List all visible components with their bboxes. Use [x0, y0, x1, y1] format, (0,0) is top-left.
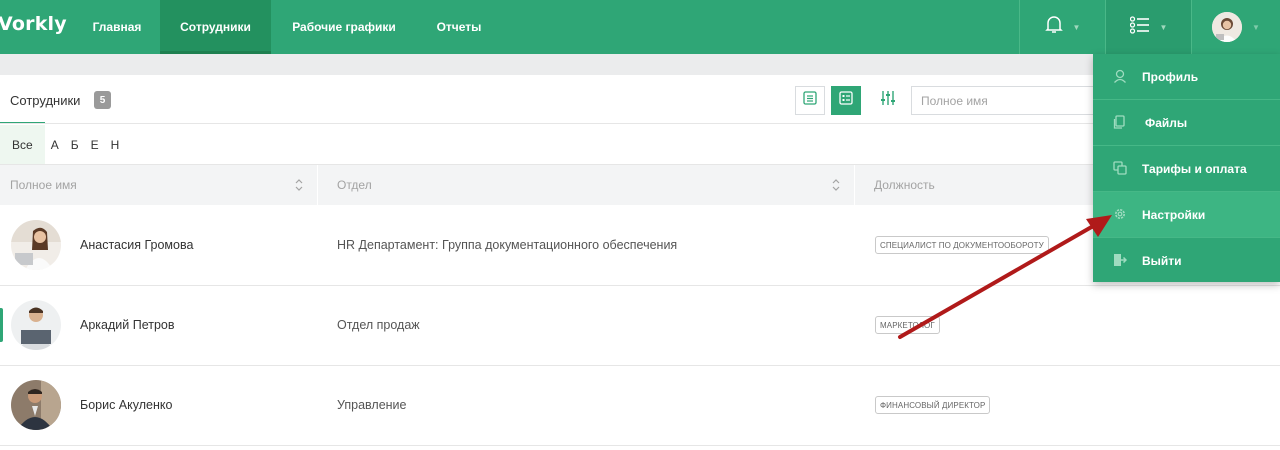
- column-header-position[interactable]: Должность: [874, 165, 935, 205]
- count-badge: 5: [94, 91, 111, 109]
- table-header: Полное имя Отдел Должность: [0, 165, 1280, 205]
- detail-view-icon: [839, 91, 853, 110]
- menu-button[interactable]: ▼: [1106, 0, 1191, 54]
- employee-name[interactable]: Аркадий Петров: [80, 318, 175, 332]
- column-header-name[interactable]: Полное имя: [10, 165, 77, 205]
- nav-reports-label: Отчеты: [436, 20, 482, 34]
- menu-item-billing[interactable]: Тарифы и оплата: [1093, 146, 1280, 191]
- nav-schedules-label: Рабочие графики: [292, 20, 396, 34]
- menu-item-label: Профиль: [1142, 69, 1199, 84]
- menu-item-files[interactable]: Файлы: [1093, 100, 1280, 145]
- position-tag: ФИНАНСОВЫЙ ДИРЕКТОР: [875, 396, 991, 414]
- letter-filter-item[interactable]: Н: [105, 125, 126, 164]
- row-selection-marker: [0, 308, 3, 342]
- nav-reports[interactable]: Отчеты: [422, 0, 496, 54]
- nav-schedules[interactable]: Рабочие графики: [278, 0, 410, 54]
- nav-home[interactable]: Главная: [75, 0, 159, 54]
- list-menu-icon: [1129, 15, 1150, 39]
- nav-home-label: Главная: [92, 20, 142, 34]
- avatar: [11, 300, 61, 350]
- detail-view-button[interactable]: [831, 86, 861, 115]
- menu-item-profile[interactable]: Профиль: [1093, 54, 1280, 99]
- avatar: [11, 380, 61, 430]
- letter-filter-item[interactable]: А: [45, 125, 65, 164]
- chevron-down-icon: ▼: [1252, 22, 1260, 32]
- employee-department: Отдел продаж: [337, 318, 420, 332]
- app-logo[interactable]: Vorkly: [0, 13, 67, 35]
- chevron-down-icon: ▼: [1159, 22, 1168, 32]
- page-title: Сотрудники: [10, 93, 81, 108]
- list-view-button[interactable]: [795, 86, 825, 115]
- user-icon: [1114, 69, 1126, 83]
- menu-item-label: Тарифы и оплата: [1142, 161, 1247, 176]
- user-avatar-button[interactable]: ▼: [1192, 0, 1280, 54]
- list-view-icon: [803, 91, 817, 110]
- sliders-icon: [880, 90, 896, 111]
- billing-icon: [1113, 161, 1127, 175]
- avatar: [1212, 12, 1243, 42]
- avatar: [11, 220, 61, 270]
- letter-filter-item[interactable]: Е: [85, 125, 105, 164]
- column-divider: [317, 165, 318, 205]
- column-divider: [854, 165, 855, 205]
- search-input[interactable]: [911, 86, 1111, 115]
- chevron-down-icon: ▼: [1072, 22, 1081, 32]
- bell-icon: [1044, 15, 1063, 40]
- menu-item-label: Настройки: [1142, 207, 1206, 222]
- letter-filter-all[interactable]: Все: [0, 125, 45, 164]
- letter-filter-item[interactable]: Б: [65, 125, 85, 164]
- sort-icon[interactable]: [831, 178, 841, 192]
- table-row[interactable]: Борис Акуленко Управление ФИНАНСОВЫЙ ДИР…: [0, 365, 1280, 445]
- sort-icon[interactable]: [294, 178, 304, 192]
- annotation-arrow: [898, 215, 1112, 339]
- employee-name[interactable]: Анастасия Громова: [80, 238, 193, 252]
- nav-employees[interactable]: Сотрудники: [160, 0, 271, 54]
- menu-item-label: Выйти: [1142, 253, 1182, 268]
- column-header-department[interactable]: Отдел: [337, 165, 372, 205]
- top-navbar: Vorkly Главная Сотрудники Рабочие график…: [0, 0, 1280, 54]
- employee-department: Управление: [337, 398, 407, 412]
- divider: [0, 445, 1280, 446]
- letter-filter: Все А Б Е Н: [0, 125, 125, 164]
- filter-settings-button[interactable]: [873, 86, 903, 115]
- employee-department: HR Департамент: Группа документационного…: [337, 238, 678, 252]
- nav-employees-label: Сотрудники: [180, 20, 251, 34]
- page-spacer: [0, 54, 1280, 75]
- files-icon: [1113, 115, 1125, 129]
- menu-item-label: Файлы: [1145, 115, 1188, 130]
- divider: [0, 123, 1280, 124]
- notifications-button[interactable]: ▼: [1020, 0, 1105, 54]
- employee-name[interactable]: Борис Акуленко: [80, 398, 172, 412]
